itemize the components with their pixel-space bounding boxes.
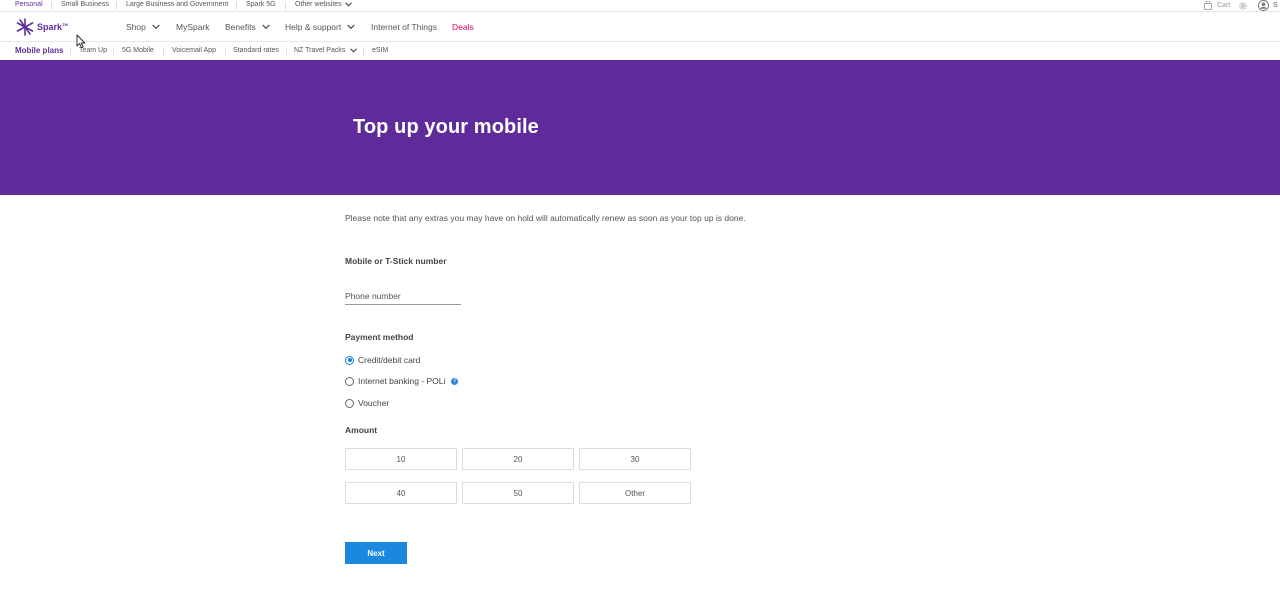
page-title: Top up your mobile: [353, 116, 539, 138]
mouse-cursor-icon: [76, 34, 86, 49]
phone-number-input[interactable]: [345, 287, 461, 305]
amount-button-other[interactable]: Other: [579, 482, 691, 504]
util-link-personal[interactable]: Personal: [15, 1, 43, 8]
nav-deals[interactable]: Deals: [452, 22, 474, 32]
settings-button[interactable]: [1238, 0, 1248, 11]
utility-bar: Personal Small Business Large Business a…: [0, 0, 1280, 12]
divider: [70, 48, 71, 55]
cart-icon: [1204, 1, 1212, 10]
payment-option-poli[interactable]: Internet banking - POLi i: [345, 376, 459, 386]
util-link-large-business[interactable]: Large Business and Government: [126, 1, 228, 8]
amount-button-30[interactable]: 30: [579, 448, 691, 470]
subnav-esim[interactable]: eSIM: [372, 47, 388, 54]
payment-option-card-label: Credit/debit card: [358, 355, 421, 365]
subnav-mobile-plans[interactable]: Mobile plans: [15, 46, 63, 55]
divider: [51, 2, 52, 10]
subnav-nz-travel-packs-label: NZ Travel Packs: [294, 47, 346, 54]
radio-selected-icon[interactable]: [345, 355, 354, 365]
subnav-nz-travel-packs[interactable]: NZ Travel Packs: [294, 47, 358, 54]
info-icon[interactable]: i: [451, 377, 459, 385]
util-link-other-websites-label: Other websites: [295, 1, 342, 8]
divider: [285, 2, 286, 10]
chevron-down-icon: [347, 24, 355, 30]
nav-myspark[interactable]: MySpark: [176, 22, 210, 32]
amount-label: Amount: [345, 425, 378, 435]
chevron-down-icon: [350, 48, 358, 53]
chevron-down-icon: [344, 2, 352, 7]
divider: [113, 48, 114, 55]
sign-in-label: S: [1273, 2, 1278, 9]
radio-unselected-icon[interactable]: [345, 398, 354, 408]
renewal-note: Please note that any extras you may have…: [345, 213, 746, 223]
nav-help-support[interactable]: Help & support: [285, 22, 355, 32]
spark-logo[interactable]: SparkTM: [16, 18, 68, 36]
cart-link[interactable]: Cart: [1204, 0, 1230, 11]
divider: [225, 48, 226, 55]
divider: [363, 48, 364, 55]
amount-button-50[interactable]: 50: [462, 482, 574, 504]
gear-icon: [1239, 1, 1247, 10]
divider: [236, 2, 237, 10]
sub-nav: Mobile plans Team Up 5G Mobile Voicemail…: [0, 42, 1280, 60]
main-nav: SparkTM Shop MySpark Benefits Help & sup…: [0, 12, 1280, 42]
util-link-small-business[interactable]: Small Business: [61, 1, 109, 8]
payment-method-label: Payment method: [345, 332, 414, 342]
chevron-down-icon: [261, 24, 270, 30]
subnav-voicemail-app[interactable]: Voicemail App: [172, 47, 216, 54]
payment-option-card[interactable]: Credit/debit card: [345, 355, 420, 365]
nav-benefits[interactable]: Benefits: [225, 22, 270, 32]
nav-shop[interactable]: Shop: [126, 22, 160, 32]
payment-option-voucher[interactable]: Voucher: [345, 398, 389, 408]
radio-unselected-icon[interactable]: [345, 376, 354, 386]
divider: [163, 48, 164, 55]
divider: [286, 48, 287, 55]
sign-in-link[interactable]: S: [1258, 0, 1278, 11]
logo-text: SparkTM: [37, 22, 68, 32]
hero-banner: Top up your mobile: [0, 60, 1280, 195]
subnav-standard-rates[interactable]: Standard rates: [233, 47, 279, 54]
nav-iot-label: Internet of Things: [371, 22, 437, 32]
payment-option-poli-label: Internet banking - POLi: [358, 376, 446, 386]
nav-benefits-label: Benefits: [225, 22, 256, 32]
payment-option-voucher-label: Voucher: [358, 398, 390, 408]
nav-myspark-label: MySpark: [176, 22, 210, 32]
number-label: Mobile or T-Stick number: [345, 256, 447, 266]
util-link-spark-5g[interactable]: Spark 5G: [246, 1, 276, 8]
chevron-down-icon: [152, 24, 160, 30]
spark-star-icon: [16, 18, 34, 36]
amount-button-10[interactable]: 10: [345, 448, 457, 470]
util-link-other-websites[interactable]: Other websites: [295, 1, 352, 8]
nav-shop-label: Shop: [126, 22, 146, 32]
subnav-5g-mobile[interactable]: 5G Mobile: [122, 47, 154, 54]
next-button[interactable]: Next: [345, 542, 407, 564]
user-icon: [1258, 0, 1269, 11]
divider: [116, 2, 117, 10]
amount-button-40[interactable]: 40: [345, 482, 457, 504]
amount-button-20[interactable]: 20: [462, 448, 574, 470]
nav-internet-of-things[interactable]: Internet of Things: [371, 22, 437, 32]
nav-deals-label: Deals: [452, 22, 474, 32]
cart-label: Cart: [1217, 2, 1231, 9]
nav-help-support-label: Help & support: [285, 22, 342, 32]
